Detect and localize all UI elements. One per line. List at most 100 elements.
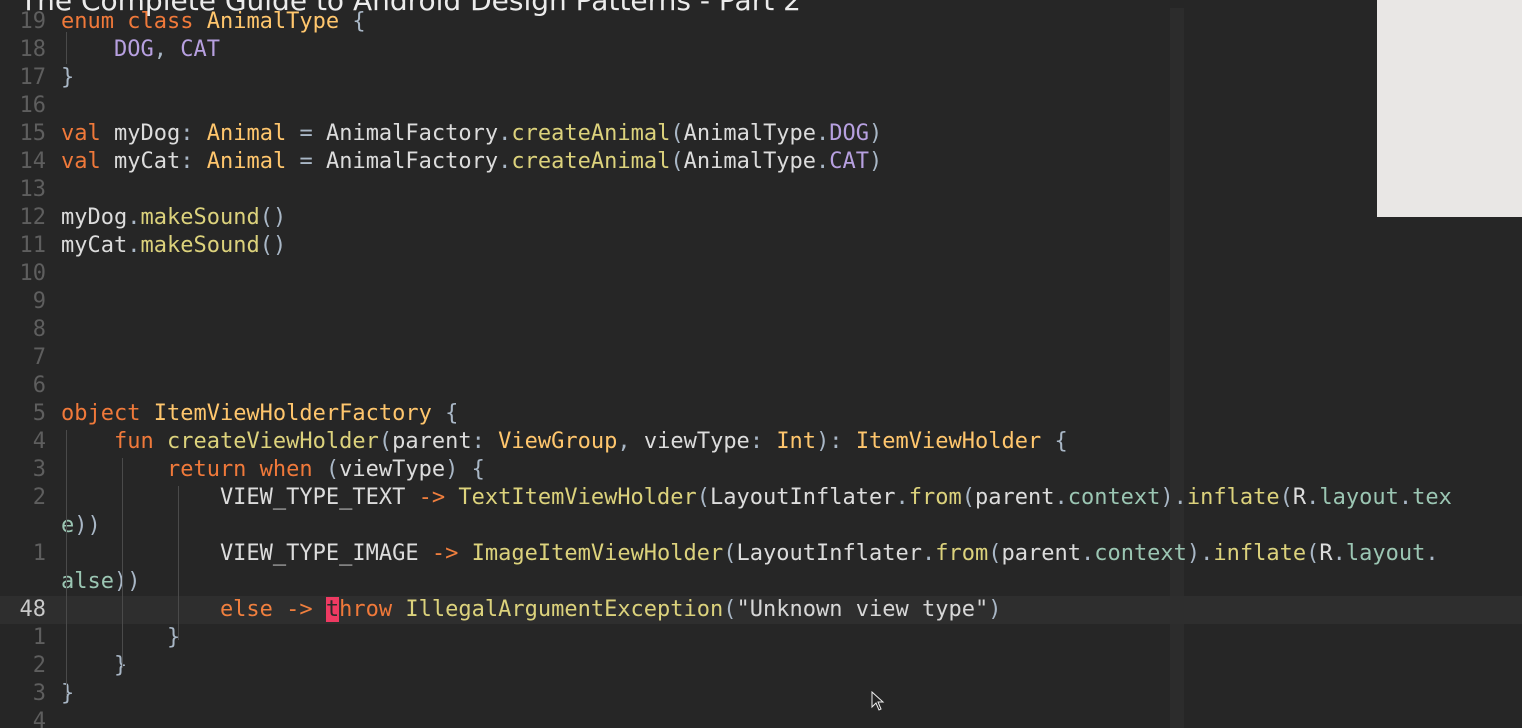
code-token: )) xyxy=(74,513,101,538)
code-token: () xyxy=(259,233,287,258)
code-token: AnimalFactory xyxy=(325,149,499,174)
code-line[interactable]: 8 xyxy=(0,316,1522,344)
line-number: 16 xyxy=(19,93,47,118)
line-number: 10 xyxy=(19,261,47,286)
code-line-current[interactable]: 48 else -> throw IllegalArgumentExceptio… xyxy=(0,596,1522,624)
code-token: ( xyxy=(961,485,975,510)
code-text: VIEW_TYPE_IMAGE -> ImageItemViewHolder(L… xyxy=(61,540,1439,568)
code-token: , xyxy=(617,429,644,454)
code-token: . xyxy=(498,121,512,146)
code-text: val myCat: Animal = AnimalFactory.create… xyxy=(61,148,882,176)
code-line[interactable]: 15 val myDog: Animal = AnimalFactory.crea… xyxy=(0,120,1522,148)
code-token: ItemViewHolder xyxy=(855,429,1042,454)
code-token: } xyxy=(61,653,128,678)
line-number: 1 xyxy=(32,541,46,566)
code-token: from xyxy=(935,541,989,566)
line-number: 8 xyxy=(32,317,46,342)
line-number: 3 xyxy=(32,681,46,706)
line-number: 15 xyxy=(19,121,47,146)
code-token: ( xyxy=(1306,541,1320,566)
code-token: makeSound xyxy=(140,233,260,258)
code-line[interactable]: 3} xyxy=(0,680,1522,708)
code-line[interactable]: 16 xyxy=(0,92,1522,120)
code-text: myCat.makeSound() xyxy=(61,232,286,260)
code-token: VIEW_TYPE_TEXT xyxy=(61,485,419,510)
code-line[interactable]: 11 myCat.makeSound() xyxy=(0,232,1522,260)
code-text: } xyxy=(61,680,74,708)
code-token: . xyxy=(895,485,909,510)
code-token: = xyxy=(286,121,326,146)
code-line[interactable]: 4 xyxy=(0,708,1522,728)
video-frame: 19 enum class AnimalType {18 DOG, CAT 17} 1… xyxy=(0,0,1522,728)
line-number: 5 xyxy=(32,401,46,426)
code-token: -> xyxy=(418,485,459,510)
code-line[interactable]: 13 xyxy=(0,176,1522,204)
video-title[interactable]: The Complete Guide to Android Design Pat… xyxy=(20,0,801,17)
code-line[interactable]: 5 object ItemViewHolderFactory { xyxy=(0,400,1522,428)
code-token: = xyxy=(286,149,326,174)
indent-guide xyxy=(66,32,67,64)
code-token: layout xyxy=(1319,485,1399,510)
code-token: else -> xyxy=(61,597,326,622)
line-number: 2 xyxy=(32,485,46,510)
code-text: DOG, CAT xyxy=(61,36,220,64)
code-token: : xyxy=(180,121,207,146)
code-line[interactable]: 2 } xyxy=(0,652,1522,680)
code-token: IllegalArgumentException xyxy=(405,597,724,622)
code-token: myCat xyxy=(113,149,181,174)
code-token: . xyxy=(1054,485,1068,510)
code-token: . xyxy=(1332,541,1346,566)
code-token: ItemViewHolderFactory xyxy=(153,401,432,426)
code-token: AnimalType xyxy=(683,121,817,146)
code-token: . xyxy=(127,233,141,258)
line-number: 11 xyxy=(19,233,47,258)
code-token: val xyxy=(61,149,114,174)
code-token: tex xyxy=(1412,485,1452,510)
code-line[interactable]: e)) xyxy=(0,512,1522,540)
code-token: { xyxy=(431,401,459,426)
code-token: ( xyxy=(378,429,393,454)
code-token: Int xyxy=(776,429,817,454)
code-line[interactable]: 10 xyxy=(0,260,1522,288)
indent-guide xyxy=(122,458,123,668)
code-token: inflate xyxy=(1213,541,1307,566)
code-line[interactable]: 6 xyxy=(0,372,1522,400)
text-cursor: t xyxy=(325,597,340,622)
code-token: e xyxy=(61,513,75,538)
code-text: fun createViewHolder(parent: ViewGroup, … xyxy=(61,428,1068,456)
code-token: Animal xyxy=(206,149,287,174)
code-line[interactable]: 1 } xyxy=(0,624,1522,652)
code-token: DOG xyxy=(61,37,154,62)
code-line[interactable]: 12 myDog.makeSound() xyxy=(0,204,1522,232)
code-line[interactable]: 14 val myCat: Animal = AnimalFactory.crea… xyxy=(0,148,1522,176)
code-token: ) xyxy=(869,121,883,146)
mouse-pointer-icon xyxy=(871,691,885,711)
code-line[interactable]: 7 xyxy=(0,344,1522,372)
code-token: ( xyxy=(988,541,1002,566)
line-number: 7 xyxy=(32,345,46,370)
code-line[interactable]: 4 fun createViewHolder(parent: ViewGroup… xyxy=(0,428,1522,456)
code-line[interactable]: 3 return when (viewType) { xyxy=(0,456,1522,484)
code-line[interactable]: 17} xyxy=(0,64,1522,92)
line-number: 18 xyxy=(19,37,47,62)
code-line[interactable]: alse)) xyxy=(0,568,1522,596)
code-token: : xyxy=(749,429,777,454)
code-token: ) { xyxy=(445,457,485,482)
line-number: 14 xyxy=(19,149,47,174)
code-line[interactable]: 18 DOG, CAT xyxy=(0,36,1522,64)
code-text: return when (viewType) { xyxy=(61,456,485,484)
code-token: createViewHolder xyxy=(166,429,379,454)
code-editor[interactable]: 19 enum class AnimalType {18 DOG, CAT 17} 1… xyxy=(0,0,1522,728)
code-token: myDog xyxy=(113,121,181,146)
code-line[interactable]: 2 VIEW_TYPE_TEXT -> TextItemViewHolder(L… xyxy=(0,484,1522,512)
code-token: layout xyxy=(1345,541,1426,566)
code-line[interactable]: 9 xyxy=(0,288,1522,316)
code-token: VIEW_TYPE_IMAGE xyxy=(61,541,432,566)
line-number: 4 xyxy=(32,429,46,454)
code-token: . xyxy=(1398,485,1413,510)
code-token: . xyxy=(816,121,830,146)
code-token: . xyxy=(127,205,141,230)
code-line[interactable]: 1 VIEW_TYPE_IMAGE -> ImageItemViewHolder… xyxy=(0,540,1522,568)
code-token: ): xyxy=(816,429,856,454)
line-number: 6 xyxy=(32,373,46,398)
